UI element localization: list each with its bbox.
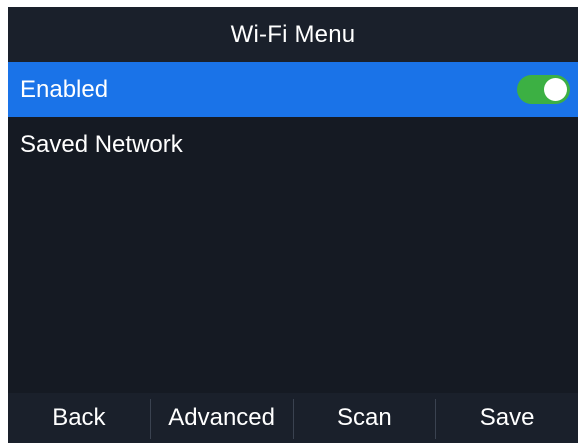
menu-item-saved-network[interactable]: Saved Network — [8, 117, 578, 172]
scan-softkey[interactable]: Scan — [294, 393, 436, 443]
wifi-menu-screen: Wi-Fi Menu Enabled Saved Network Back Ad… — [8, 7, 578, 443]
page-title: Wi-Fi Menu — [230, 20, 356, 48]
menu-list: Enabled Saved Network — [8, 62, 578, 172]
wifi-enabled-toggle[interactable] — [517, 75, 570, 104]
back-softkey[interactable]: Back — [8, 393, 150, 443]
menu-item-label: Enabled — [20, 75, 109, 103]
advanced-softkey[interactable]: Advanced — [151, 393, 293, 443]
title-bar: Wi-Fi Menu — [8, 7, 578, 62]
softkey-bar: Back Advanced Scan Save — [8, 393, 578, 443]
save-softkey[interactable]: Save — [436, 393, 578, 443]
menu-item-label: Saved Network — [20, 130, 183, 158]
menu-item-enabled[interactable]: Enabled — [8, 62, 578, 117]
toggle-knob — [544, 78, 567, 101]
